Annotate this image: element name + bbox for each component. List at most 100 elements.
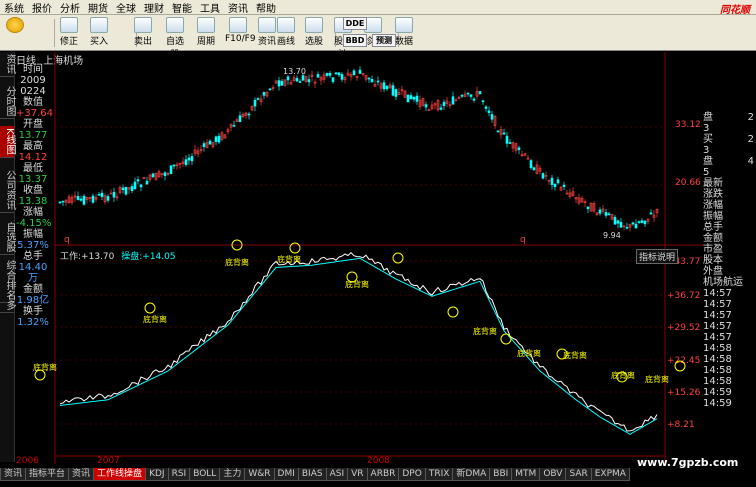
price-axis-label: 20.66 bbox=[675, 178, 701, 188]
candle-body bbox=[502, 132, 506, 135]
nav-item-2[interactable]: K线图 bbox=[0, 126, 15, 158]
candle-body bbox=[478, 91, 482, 95]
work-value: +13.70 bbox=[81, 252, 115, 262]
tab-bias[interactable]: BIAS bbox=[297, 468, 327, 481]
home-button[interactable] bbox=[4, 17, 26, 49]
candle-body bbox=[394, 89, 398, 97]
indicator-axis-label: +29.52 bbox=[667, 323, 700, 333]
year-label: 2006 bbox=[16, 456, 39, 466]
candle-body bbox=[277, 80, 281, 87]
toolbar-label: 画线 bbox=[276, 37, 295, 47]
candle-body bbox=[334, 72, 338, 75]
candle-body bbox=[487, 110, 491, 113]
op-value: +14.05 bbox=[142, 252, 176, 262]
quote-row: 外盘 bbox=[703, 266, 756, 277]
candle-body bbox=[100, 192, 104, 198]
menu-item[interactable]: 报价 bbox=[28, 0, 56, 15]
F10-F9-button[interactable]: F10/F9 bbox=[225, 17, 256, 49]
candle-body bbox=[268, 88, 272, 91]
周期-button[interactable]: 周期 bbox=[193, 17, 219, 49]
candle-body bbox=[625, 226, 629, 229]
quote-key: 股本 bbox=[703, 255, 723, 266]
tab-bbi[interactable]: BBI bbox=[489, 468, 513, 481]
quote-row: 股本 bbox=[703, 255, 756, 266]
peak-annotation: 13.70 bbox=[283, 67, 306, 76]
left-nav: 资讯分时图 K线图公司资讯自选股综合排名多 bbox=[0, 52, 15, 462]
tab-dpo[interactable]: DPO bbox=[398, 468, 426, 481]
tab-boll[interactable]: BOLL bbox=[189, 468, 221, 481]
quote-key: 总手 bbox=[703, 222, 723, 233]
refresh-icon bbox=[60, 17, 78, 33]
brand-logo: 同花顺 bbox=[720, 5, 750, 16]
tab-sar[interactable]: SAR bbox=[565, 468, 592, 481]
dde-button[interactable]: DDE bbox=[343, 17, 367, 30]
nav-item-6[interactable]: 多 bbox=[0, 298, 15, 313]
tab-asi[interactable]: ASI bbox=[325, 468, 349, 481]
menu-item[interactable]: 期货 bbox=[84, 0, 112, 15]
选股-button[interactable]: 选股 bbox=[301, 17, 327, 49]
买入-button[interactable]: 买入 bbox=[86, 17, 112, 49]
tab-[interactable]: 资讯 bbox=[0, 468, 27, 481]
nav-item-1[interactable]: 分时图 bbox=[0, 84, 15, 119]
forecast-button[interactable]: 预测 bbox=[372, 34, 396, 47]
画线-button[interactable]: 画线 bbox=[273, 17, 299, 49]
candle-body bbox=[391, 85, 395, 96]
tab-[interactable]: 资讯 bbox=[68, 468, 95, 481]
indicator-axis-label: +15.26 bbox=[667, 388, 701, 398]
tab-dmi[interactable]: DMI bbox=[273, 468, 299, 481]
candle-body bbox=[79, 198, 83, 201]
work-label: 工作: bbox=[60, 252, 82, 262]
卖出-button[interactable]: 卖出 bbox=[130, 17, 156, 49]
candle-body bbox=[424, 104, 428, 108]
自选股-button[interactable]: 自选股 bbox=[162, 17, 188, 60]
tab-kdj[interactable]: KDJ bbox=[145, 468, 169, 481]
candle-body bbox=[529, 160, 533, 168]
menu-item[interactable]: 帮助 bbox=[252, 0, 280, 15]
filter-icon bbox=[305, 17, 323, 33]
candle-body bbox=[406, 94, 410, 103]
nav-item-5[interactable]: 综合排名 bbox=[0, 258, 15, 303]
candle-body bbox=[376, 80, 380, 83]
candle-body bbox=[649, 212, 653, 215]
quote-row: 总手 bbox=[703, 222, 756, 233]
candle-body bbox=[280, 80, 284, 86]
quote-key: 机场航运 bbox=[703, 277, 743, 288]
quote-key: 金额 bbox=[703, 233, 723, 244]
tab-[interactable]: 工作线操盘 bbox=[93, 468, 147, 481]
sell-icon bbox=[134, 17, 152, 33]
tab-rsi[interactable]: RSI bbox=[167, 468, 191, 481]
menu-item[interactable]: 理财 bbox=[140, 0, 168, 15]
home-icon bbox=[6, 17, 24, 33]
nav-item-0[interactable]: 资讯 bbox=[0, 52, 15, 77]
menu-item[interactable]: 全球 bbox=[112, 0, 140, 15]
bbd-button[interactable]: BBD bbox=[343, 34, 367, 47]
menu-item[interactable]: 系统 bbox=[0, 0, 28, 15]
candle-body bbox=[286, 76, 290, 81]
tab-vr[interactable]: VR bbox=[347, 468, 368, 481]
candle-body bbox=[106, 196, 110, 201]
tab-mtm[interactable]: MTM bbox=[511, 468, 541, 481]
indicator-explain-button[interactable]: 指标说明 bbox=[636, 249, 679, 264]
candle-body bbox=[58, 201, 62, 204]
divergence-label: 底背离 bbox=[345, 279, 369, 289]
tab-expma[interactable]: EXPMA bbox=[590, 468, 630, 481]
tab-wr[interactable]: W&R bbox=[244, 468, 275, 481]
menu-item[interactable]: 智能 bbox=[168, 0, 196, 15]
candle-body bbox=[130, 186, 134, 192]
nav-item-4[interactable]: 自选股 bbox=[0, 220, 15, 255]
tab-[interactable]: 主力 bbox=[219, 468, 246, 481]
tab-dma[interactable]: 新DMA bbox=[452, 468, 491, 481]
tab-trix[interactable]: TRIX bbox=[424, 468, 454, 481]
tab-obv[interactable]: OBV bbox=[539, 468, 567, 481]
menu-item[interactable]: 分析 bbox=[56, 0, 84, 15]
candle-body bbox=[460, 95, 464, 97]
tab-arbr[interactable]: ARBR bbox=[366, 468, 400, 481]
修正-button[interactable]: 修正 bbox=[56, 17, 82, 49]
tab-[interactable]: 指标平台 bbox=[25, 468, 70, 481]
candle-body bbox=[466, 92, 470, 95]
nav-item-3[interactable]: 公司资讯 bbox=[0, 168, 15, 213]
menu-item[interactable]: 资讯 bbox=[224, 0, 252, 15]
candle-body bbox=[508, 142, 512, 144]
quote-row: 买2 bbox=[703, 134, 756, 145]
menu-item[interactable]: 工具 bbox=[196, 0, 224, 15]
